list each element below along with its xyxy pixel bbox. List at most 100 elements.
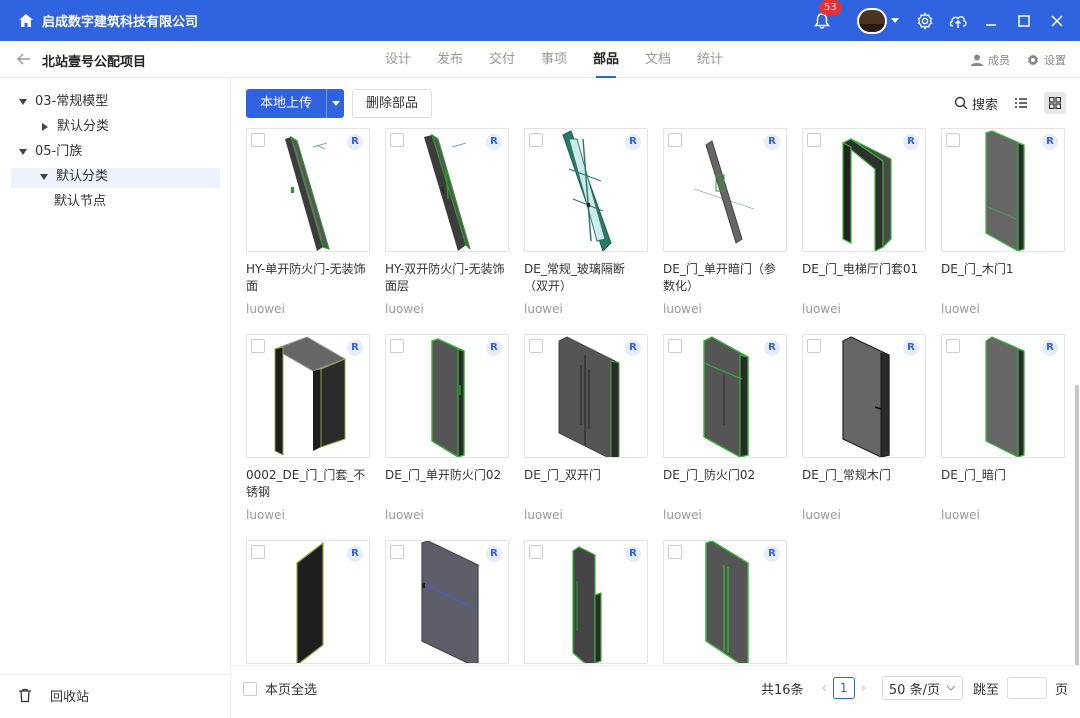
card-checkbox[interactable] [668,133,682,147]
checkbox[interactable] [243,681,257,696]
caret-down-icon[interactable] [19,149,27,155]
tab-components[interactable]: 部品 [580,41,632,78]
revit-badge: R [347,546,363,562]
component-thumbnail: R [663,334,787,458]
component-name: DE_门_防火门02 [663,468,756,482]
tab-design[interactable]: 设计 [372,41,424,78]
tree-node-default-category-2[interactable]: 默认分类 [40,166,108,188]
card-checkbox[interactable] [251,133,265,147]
component-card[interactable]: R DE_门_单开暗门（参数化） luowei [663,128,787,316]
card-checkbox[interactable] [390,545,404,559]
component-thumbnail: R [802,334,926,458]
tree-node-door-family[interactable]: 05-门族 [19,141,82,163]
gear-icon[interactable] [915,11,935,31]
component-card[interactable]: R [385,540,509,664]
card-checkbox[interactable] [390,339,404,353]
caret-right-icon[interactable] [42,123,48,131]
members-button[interactable]: 成员 [970,52,1010,68]
notification-bell-icon[interactable]: 53 [811,0,842,32]
component-thumbnail: R [246,540,370,664]
card-checkbox[interactable] [529,133,543,147]
minimize-icon[interactable] [981,11,1001,31]
tree-node-regular-models[interactable]: 03-常规模型 [19,91,108,113]
component-card[interactable]: R DE_门_木门1 luowei [941,128,1065,316]
card-checkbox[interactable] [668,545,682,559]
component-grid: R HY-单开防火门-无装饰面 luowei R HY-双开防火门-无装饰面层 … [246,128,1072,664]
component-name: DE_门_电梯厅门套01 [802,262,919,276]
next-page-icon[interactable]: › [861,681,866,696]
caret-down-icon[interactable] [40,174,48,180]
component-card[interactable]: R [246,540,370,664]
jump-page-input[interactable] [1006,677,1047,699]
maximize-icon[interactable] [1014,11,1034,31]
card-checkbox[interactable] [946,133,960,147]
page-size-select[interactable]: 50 条/页 [881,676,963,700]
prev-page-icon[interactable]: ‹ [822,681,827,696]
scrollbar[interactable] [1074,78,1080,683]
arrow-left-icon[interactable] [16,51,32,67]
tree-node-default-node[interactable]: 默认节点 [54,191,106,213]
tab-statistics[interactable]: 统计 [684,41,736,78]
card-checkbox[interactable] [807,133,821,147]
card-checkbox[interactable] [668,339,682,353]
component-card[interactable]: R DE_常规_玻璃隔断（双开） luowei [524,128,648,316]
component-card[interactable]: R [524,540,648,664]
component-thumbnail: R [385,128,509,252]
delete-components-button[interactable]: 删除部品 [352,89,433,118]
tree-node-label: 默认分类 [56,169,109,184]
tab-delivery[interactable]: 交付 [476,41,528,78]
trash-icon [19,688,31,703]
component-author: luowei [524,508,563,522]
card-checkbox[interactable] [251,339,265,353]
component-author: luowei [941,302,980,316]
component-card[interactable]: R DE_门_单开防火门02 luowei [385,334,509,522]
component-card[interactable]: R DE_门_双开门 luowei [524,334,648,522]
component-thumbnail: R [802,128,926,252]
tab-issues[interactable]: 事项 [528,41,580,78]
upload-dropdown-button[interactable] [326,89,345,118]
card-checkbox[interactable] [807,339,821,353]
search-button[interactable]: 搜索 [954,94,998,113]
pagination-footer: 本页全选 共16条 ‹ 1 › 50 条/页 跳至 页 [231,665,1080,718]
component-card[interactable]: R [663,540,787,664]
tree-node-label: 默认分类 [57,119,110,134]
list-view-button[interactable] [1010,92,1032,114]
tab-publish[interactable]: 发布 [424,41,476,78]
component-card[interactable]: R HY-单开防火门-无装饰面 luowei [246,128,370,316]
select-all-checkbox[interactable]: 本页全选 [243,679,317,698]
page-button[interactable]: 1 [832,677,855,699]
grid-view-button[interactable] [1044,92,1066,114]
component-thumbnail: R [524,128,648,252]
tab-documents[interactable]: 文档 [632,41,684,78]
chevron-down-icon[interactable] [891,18,899,23]
local-upload-button[interactable]: 本地上传 [246,89,327,118]
component-thumbnail: R [524,540,648,664]
recycle-bin-button[interactable]: 回收站 [18,686,89,705]
close-icon[interactable] [1047,11,1067,31]
component-name: DE_门_木门1 [941,262,1014,276]
avatar[interactable] [857,7,887,34]
caret-down-icon[interactable] [19,99,27,105]
list-icon [1015,98,1027,108]
component-card[interactable]: R DE_门_电梯厅门套01 luowei [802,128,926,316]
home-icon[interactable] [18,13,34,29]
tree-node-default-category-1[interactable]: 默认分类 [42,116,109,138]
page-size-value: 50 条/页 [888,682,940,698]
card-checkbox[interactable] [251,545,265,559]
card-checkbox[interactable] [529,545,543,559]
revit-badge: R [347,340,363,356]
card-checkbox[interactable] [390,133,404,147]
scrollbar-thumb[interactable] [1075,385,1079,683]
component-card[interactable]: R DE_门_防火门02 luowei [663,334,787,522]
component-card[interactable]: R DE_门_常规木门 luowei [802,334,926,522]
user-icon [971,54,983,66]
cloud-upload-icon[interactable] [948,11,968,31]
component-card[interactable]: R 0002_DE_门_门套_不锈钢 luowei [246,334,370,522]
settings-button[interactable]: 设置 [1026,52,1066,68]
card-checkbox[interactable] [529,339,543,353]
gear-icon [1027,53,1039,66]
component-card[interactable]: R HY-双开防火门-无装饰面层 luowei [385,128,509,316]
component-card[interactable]: R DE_门_暗门 luowei [941,334,1065,522]
revit-badge: R [903,340,919,356]
card-checkbox[interactable] [946,339,960,353]
